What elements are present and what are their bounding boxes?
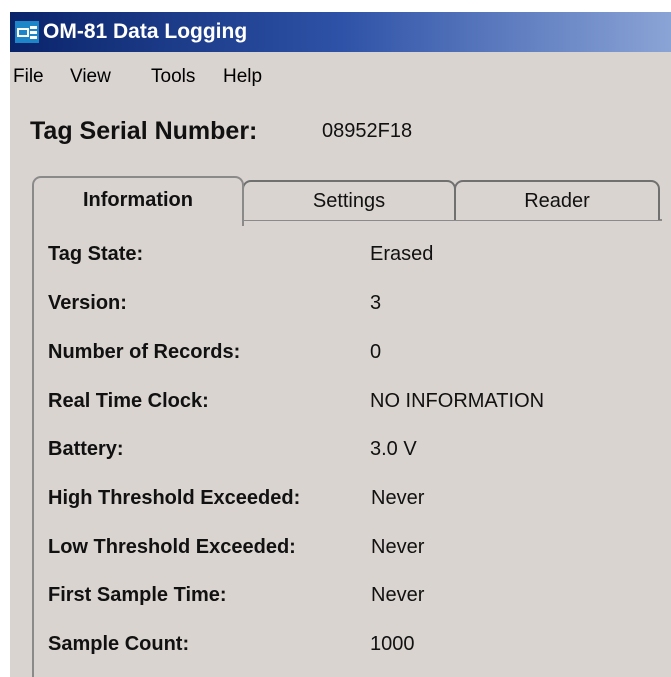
tag-serial-value: 08952F18 xyxy=(322,120,413,142)
tab-settings[interactable]: Settings xyxy=(242,180,456,220)
window-title: OM-81 Data Logging xyxy=(43,20,248,43)
tag-serial-label: Tag Serial Number: xyxy=(30,117,258,145)
menu-help[interactable]: Help xyxy=(223,66,262,88)
menu-file[interactable]: File xyxy=(13,66,44,88)
app-window: OM-81 Data Logging File View Tools Help … xyxy=(10,12,671,677)
app-icon[interactable] xyxy=(15,21,39,43)
menu-tools[interactable]: Tools xyxy=(151,66,195,88)
menu-view[interactable]: View xyxy=(70,66,111,88)
tab-reader[interactable]: Reader xyxy=(454,180,660,220)
tab-information[interactable]: Information xyxy=(32,176,244,226)
information-panel xyxy=(32,219,662,677)
title-bar[interactable]: OM-81 Data Logging xyxy=(10,12,671,52)
